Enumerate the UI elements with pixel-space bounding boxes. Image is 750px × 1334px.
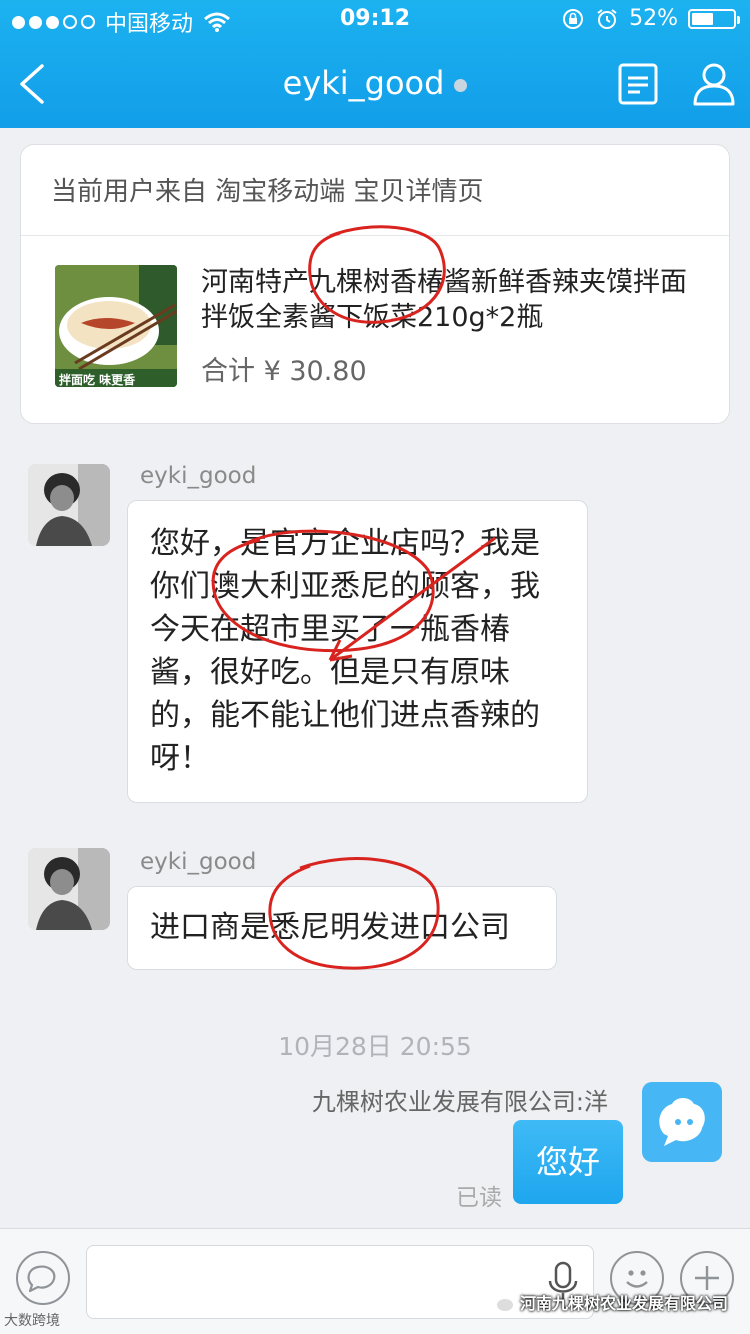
product-price: 合计 ¥ 30.80: [201, 356, 367, 387]
message-bubble[interactable]: 您好，是官方企业店吗？我是你们澳大利亚悉尼的顾客，我今天在超市里买了一瓶香椿酱，…: [127, 500, 588, 803]
battery-icon: [688, 8, 740, 29]
status-bar: 中国移动 09:12 52%: [0, 0, 750, 40]
rotation-lock-icon: [563, 8, 584, 29]
input-bar: [0, 1228, 750, 1334]
watermark-left: 大数跨境: [4, 1313, 60, 1329]
nav-bar: eyki_good: [0, 44, 750, 128]
product-thumbnail[interactable]: 拌面吃 味更香: [55, 265, 177, 387]
sender-name: eyki_good: [140, 463, 257, 489]
alarm-icon: [597, 8, 617, 29]
online-status-dot: [454, 78, 468, 92]
card-divider: [21, 235, 729, 236]
battery-percent: 52%: [629, 6, 678, 31]
chat-bubble-icon[interactable]: [16, 1251, 70, 1305]
my-message-text: 您好: [535, 1143, 600, 1181]
wechat-icon: [488, 1293, 513, 1311]
message-text: 进口商是悉尼明发进口公司: [150, 910, 510, 945]
reply-sender-name: 九棵树农业发展有限公司:洋: [311, 1088, 608, 1116]
document-icon[interactable]: [616, 62, 660, 106]
message-text: 您好，是官方企业店吗？我是你们澳大利亚悉尼的顾客，我今天在超市里买了一瓶香椿酱，…: [150, 526, 540, 776]
user-icon[interactable]: [690, 60, 738, 108]
my-message-bubble[interactable]: 您好: [513, 1120, 623, 1204]
sender-name: eyki_good: [140, 849, 257, 875]
product-title[interactable]: 河南特产九棵树香椿酱新鲜香辣夹馍拌面拌饭全素酱下饭菜210g*2瓶: [201, 265, 701, 335]
message-timestamp: 10月28日 20:55: [278, 1032, 472, 1061]
header-bar: 中国移动 09:12 52% eyki_good: [0, 0, 750, 128]
thumb-caption: 拌面吃 味更香: [59, 373, 136, 387]
avatar[interactable]: [28, 848, 110, 930]
user-source-text: 当前用户来自 淘宝移动端 宝贝详情页: [51, 177, 484, 207]
avatar[interactable]: [28, 464, 110, 546]
product-card[interactable]: 当前用户来自 淘宝移动端 宝贝详情页 拌面吃 味更香 河南特产九棵树香椿酱新鲜香…: [20, 144, 730, 424]
read-status: 已读: [456, 1185, 502, 1211]
service-avatar[interactable]: [642, 1082, 722, 1162]
watermark-right: 河南九棵树农业发展有限公司: [488, 1290, 728, 1314]
message-bubble[interactable]: 进口商是悉尼明发进口公司: [127, 886, 557, 970]
